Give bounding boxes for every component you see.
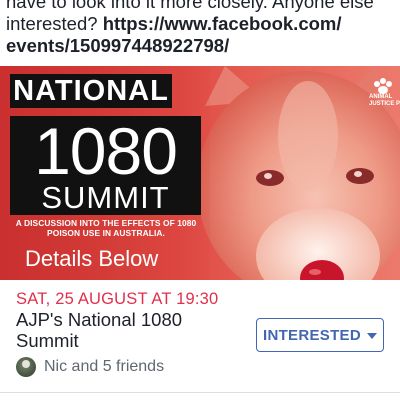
interested-button-label: INTERESTED — [262, 326, 361, 344]
interested-button[interactable]: INTERESTED — [256, 318, 384, 352]
banner-1080-number: 1080 — [34, 114, 178, 188]
banner-details-text: Details Below — [25, 246, 159, 271]
event-title[interactable]: AJP's National 1080 Summit — [16, 309, 246, 351]
event-link-part2[interactable]: events/150997448922798/ — [6, 35, 229, 56]
event-date: SAT, 25 AUGUST AT 19:30 — [16, 290, 219, 308]
friends-text: Nic and 5 friends — [44, 358, 165, 375]
chevron-down-icon — [367, 333, 377, 339]
banner-national-label: NATIONAL — [10, 74, 172, 108]
event-link-part1[interactable]: https://www.facebook.com/ — [103, 13, 342, 34]
divider — [0, 392, 400, 393]
banner-subtitle: A DISCUSSION INTO THE EFFECTS OF 1080 PO… — [15, 218, 197, 238]
avatar — [16, 357, 36, 377]
post-text-line2-prefix: interested? — [6, 13, 103, 34]
post-text-line1: have to look into it more closely. Anyon… — [6, 0, 374, 12]
party-logo-text: ANIMAL JUSTICE PA — [369, 94, 400, 107]
banner-summit-label: SUMMIT — [41, 180, 170, 215]
friends-attending[interactable]: Nic and 5 friends — [16, 355, 164, 379]
event-banner[interactable]: NATIONAL 1080 SUMMIT A DISCUSSION INTO T… — [0, 66, 400, 280]
banner-1080-block: 1080 SUMMIT — [10, 116, 201, 215]
post-text: have to look into it more closely. Anyon… — [6, 0, 398, 57]
